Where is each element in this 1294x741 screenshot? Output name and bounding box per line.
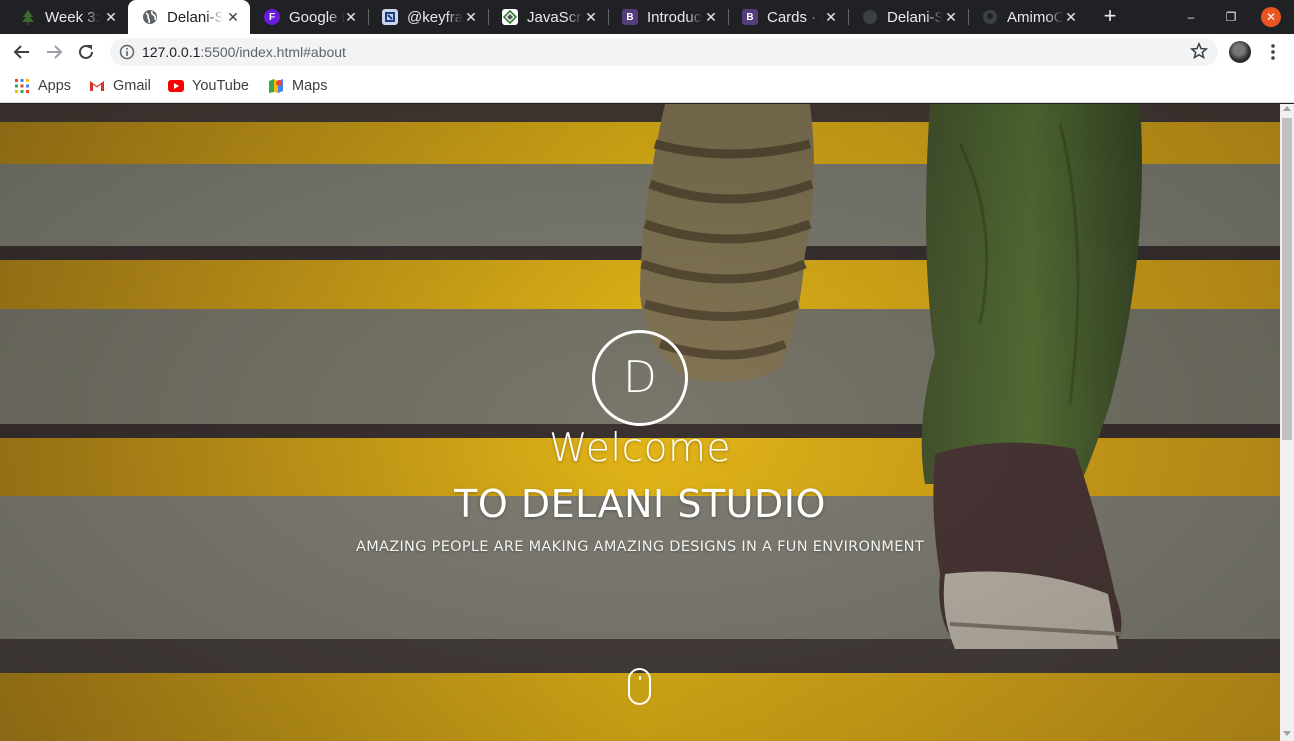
kebab-menu-icon[interactable] — [1264, 42, 1282, 62]
globe-favicon-icon — [862, 9, 878, 25]
tab-close-icon[interactable]: ✕ — [342, 8, 360, 26]
bookmarks-bar: Apps Gmail YouTube Maps — [0, 70, 1294, 103]
maps-icon — [268, 78, 284, 94]
github-favicon-icon — [982, 9, 998, 25]
minimize-button[interactable]: – — [1181, 7, 1201, 27]
mouse-scroll-icon[interactable] — [628, 668, 651, 705]
scroll-down-arrow-icon[interactable] — [1283, 731, 1291, 736]
hero-section: D Welcome TO DELANI STUDIO AMAZING PEOPL… — [0, 104, 1280, 741]
tree-favicon-icon — [20, 9, 36, 25]
google-fonts-favicon-icon: F — [264, 9, 280, 25]
tab-javascript[interactable]: JavaScri ✕ — [488, 0, 608, 34]
studio-heading: TO DELANI STUDIO — [454, 482, 826, 526]
globe-favicon-icon — [142, 9, 158, 25]
tab-strip: Week 3: ✕ Delani-S ✕ F Google F ✕ @keyfr… — [0, 0, 1294, 34]
browser-toolbar: 127.0.0.1:5500/index.html#about — [0, 34, 1294, 70]
tab-close-icon[interactable]: ✕ — [224, 8, 242, 26]
tab-title: @keyfra — [407, 8, 463, 26]
close-window-button[interactable]: ✕ — [1261, 7, 1281, 27]
arrow-right-icon — [47, 45, 63, 59]
bootstrap-favicon-icon: B — [742, 9, 758, 25]
bookmark-gmail[interactable]: Gmail — [89, 76, 151, 96]
tab-week3[interactable]: Week 3: ✕ — [6, 0, 128, 34]
tab-title: Introduc — [647, 8, 702, 26]
profile-avatar[interactable] — [1229, 41, 1251, 63]
tab-close-icon[interactable]: ✕ — [942, 8, 960, 26]
hero-tagline: AMAZING PEOPLE ARE MAKING AMAZING DESIGN… — [356, 539, 924, 555]
tab-bootstrap-intro[interactable]: B Introduc ✕ — [608, 0, 728, 34]
tab-delani-2[interactable]: Delani-S ✕ — [848, 0, 968, 34]
gmail-icon — [89, 78, 105, 94]
tab-close-icon[interactable]: ✕ — [702, 8, 720, 26]
forward-button[interactable] — [40, 38, 68, 66]
reload-button[interactable] — [72, 38, 100, 66]
arrow-left-icon — [13, 45, 29, 59]
back-button[interactable] — [8, 38, 36, 66]
address-bar[interactable]: 127.0.0.1:5500/index.html#about — [110, 38, 1218, 66]
new-tab-button[interactable]: + — [1098, 5, 1122, 29]
tab-title: Week 3: — [45, 8, 100, 26]
youtube-icon — [168, 78, 184, 94]
reload-icon — [79, 44, 93, 59]
welcome-heading: Welcome — [549, 426, 731, 471]
apps-grid-icon — [14, 78, 30, 94]
bookmark-youtube[interactable]: YouTube — [168, 76, 249, 96]
bookmark-label: Apps — [38, 78, 72, 94]
url-path: :5500/index.html#about — [200, 44, 346, 60]
tab-close-icon[interactable]: ✕ — [822, 8, 840, 26]
maximize-button[interactable]: ❐ — [1221, 7, 1241, 27]
bookmark-label: Maps — [292, 78, 328, 94]
bookmark-label: Gmail — [113, 78, 151, 94]
bookmark-maps[interactable]: Maps — [268, 76, 327, 96]
tab-keyframes[interactable]: @keyfra ✕ — [368, 0, 488, 34]
brand-logo: D — [592, 330, 688, 426]
keyframes-favicon-icon — [382, 9, 398, 25]
tab-close-icon[interactable]: ✕ — [102, 8, 120, 26]
url-text: 127.0.0.1:5500/index.html#about — [142, 44, 346, 60]
url-host: 127.0.0.1 — [142, 44, 201, 60]
info-icon[interactable] — [119, 44, 135, 60]
javascript-favicon-icon — [502, 9, 518, 25]
tab-close-icon[interactable]: ✕ — [462, 8, 480, 26]
tab-title: Google F — [289, 8, 345, 26]
tab-title: AmimoC — [1007, 8, 1063, 26]
tab-github[interactable]: AmimoC ✕ — [968, 0, 1088, 34]
tab-title: Delani-S — [887, 8, 943, 26]
tab-delani-active[interactable]: Delani-S ✕ — [128, 0, 250, 34]
scrollbar-thumb[interactable] — [1282, 118, 1292, 440]
scroll-up-arrow-icon[interactable] — [1283, 106, 1291, 111]
bookmark-apps[interactable]: Apps — [14, 76, 71, 96]
bootstrap-favicon-icon: B — [622, 9, 638, 25]
mouse-wheel — [639, 676, 641, 680]
bookmark-star-icon[interactable] — [1190, 42, 1208, 60]
tab-title: Cards · B — [767, 8, 823, 26]
bookmark-label: YouTube — [192, 78, 249, 94]
tab-close-icon[interactable]: ✕ — [1062, 8, 1080, 26]
tab-title: JavaScri — [527, 8, 583, 26]
tab-close-icon[interactable]: ✕ — [582, 8, 600, 26]
tab-title: Delani-S — [167, 8, 223, 26]
tab-bootstrap-cards[interactable]: B Cards · B ✕ — [728, 0, 848, 34]
tab-google-fonts[interactable]: F Google F ✕ — [250, 0, 368, 34]
